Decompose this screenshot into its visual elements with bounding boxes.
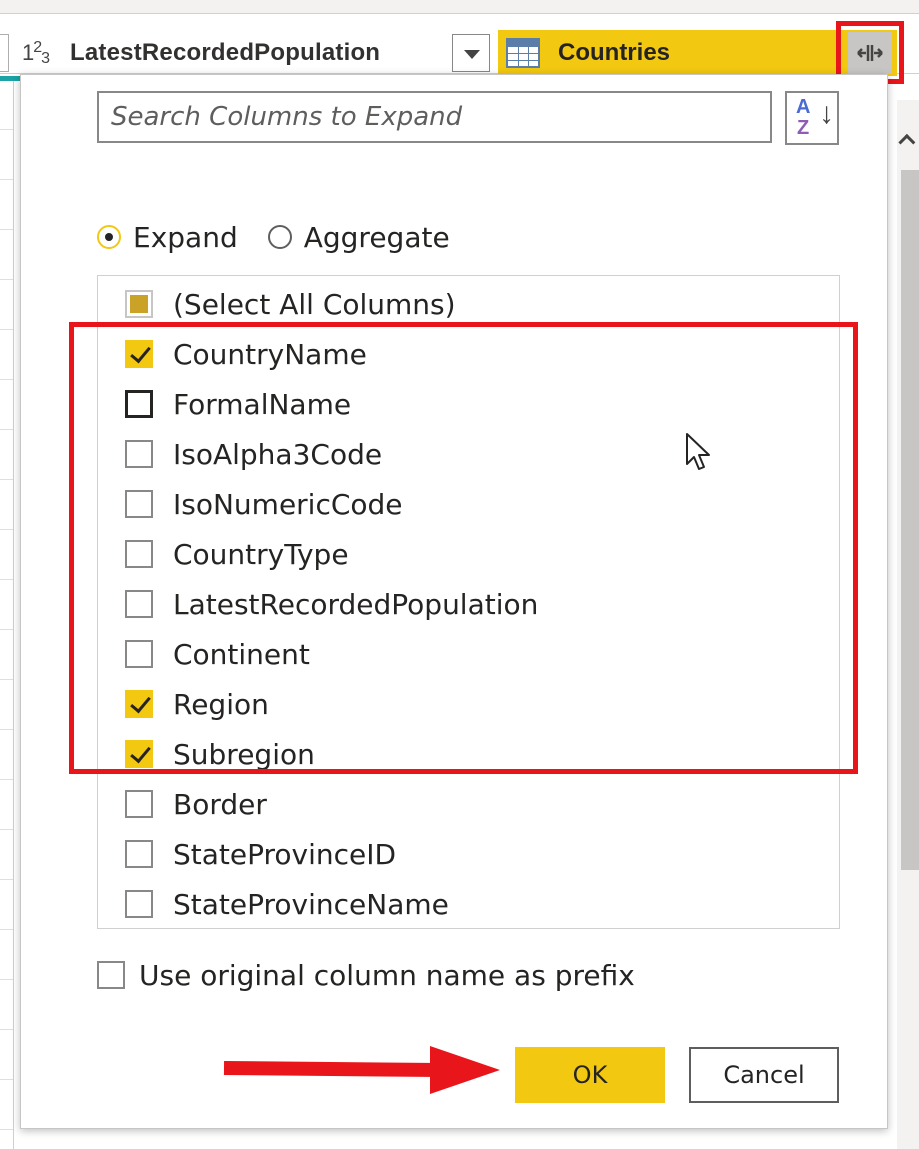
scrollbar-thumb[interactable] (901, 170, 919, 870)
column-label: Border (173, 787, 267, 821)
sort-arrow-icon: ↓ (819, 97, 834, 130)
aggregate-radio[interactable] (267, 225, 292, 249)
scroll-up-icon[interactable] (898, 133, 916, 151)
column-item[interactable]: StateProvinceName (98, 882, 839, 926)
expand-radio-label[interactable]: Expand (133, 221, 238, 254)
column-label: StateProvinceID (173, 837, 397, 871)
annotation-highlight-selected-columns (69, 322, 858, 774)
column-checkbox[interactable] (125, 790, 153, 818)
prefix-label: Use original column name as prefix (139, 958, 635, 992)
table-icon (506, 38, 540, 68)
left-row-grid (0, 80, 14, 1149)
column-label: StateProvinceName (173, 887, 449, 921)
cancel-button[interactable]: Cancel (689, 1047, 839, 1103)
column-header-latest-recorded-population[interactable]: 123 LatestRecordedPopulation (14, 32, 498, 74)
sort-az-icon-top: A (796, 96, 811, 118)
previous-column-header-edge[interactable] (0, 34, 9, 72)
ok-button[interactable]: OK (515, 1047, 665, 1103)
sort-columns-button[interactable]: A Z ↓ (785, 91, 839, 145)
column-header-label: LatestRecordedPopulation (70, 39, 381, 66)
expand-mode-radio-group: Expand Aggregate (97, 217, 450, 257)
mouse-pointer-icon (686, 433, 710, 470)
prefix-option-row[interactable]: Use original column name as prefix (97, 955, 635, 995)
sort-az-icon-bottom: Z (797, 117, 810, 139)
select-all-label: (Select All Columns) (173, 287, 456, 321)
column-item[interactable]: StateProvinceID (98, 832, 839, 876)
column-header-label: Countries (558, 39, 671, 66)
column-filter-dropdown-button[interactable] (452, 34, 490, 72)
select-all-columns-item[interactable]: (Select All Columns) (98, 282, 839, 326)
prefix-checkbox[interactable] (97, 961, 125, 989)
chevron-down-icon (464, 50, 480, 59)
vertical-scrollbar[interactable] (897, 100, 919, 1149)
column-checkbox[interactable] (125, 890, 153, 918)
aggregate-radio-label[interactable]: Aggregate (304, 221, 450, 254)
column-checkbox[interactable] (125, 840, 153, 868)
search-columns-input[interactable] (97, 91, 772, 143)
whole-number-type-icon[interactable]: 123 (14, 39, 70, 68)
column-item[interactable]: Border (98, 782, 839, 826)
top-strip (0, 0, 919, 14)
expand-radio[interactable] (97, 225, 121, 249)
select-all-checkbox[interactable] (125, 290, 153, 318)
